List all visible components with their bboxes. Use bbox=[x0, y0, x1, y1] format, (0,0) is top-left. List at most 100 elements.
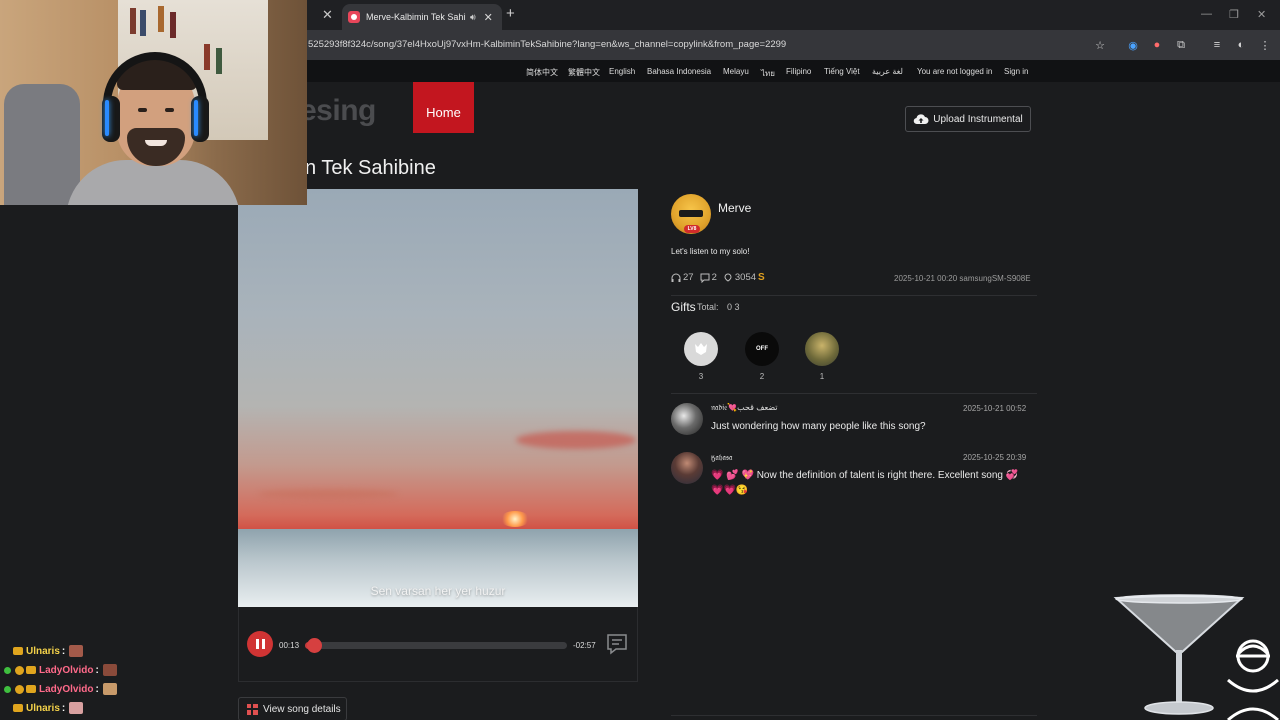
headphone-cup bbox=[191, 96, 209, 142]
listens-count: 27 bbox=[683, 272, 694, 283]
close-icon[interactable]: ✕ bbox=[322, 7, 333, 23]
author-avatar[interactable]: LV8 bbox=[671, 194, 711, 234]
progress-track[interactable] bbox=[305, 638, 567, 653]
comments-stat: 2 bbox=[700, 272, 717, 283]
upload-label: Upload Instrumental bbox=[933, 113, 1023, 125]
photo-gift-icon[interactable] bbox=[805, 332, 839, 366]
status-dot-icon bbox=[4, 666, 11, 674]
lang-link[interactable]: لغة عربية bbox=[872, 67, 903, 76]
commenter-name[interactable]: ӄ𝔞𝔥𝔞𝔰𝔞 bbox=[711, 453, 733, 463]
chat-message: Ulnaris : bbox=[4, 701, 84, 715]
tab-title: Merve-Kalbimin Tek Sahibine bbox=[366, 12, 466, 22]
crown-badge-icon bbox=[26, 685, 36, 693]
audio-playing-icon[interactable]: 🔊︎ bbox=[470, 12, 476, 23]
media-controls-icon[interactable]: ≡ bbox=[1209, 37, 1225, 53]
lang-link[interactable]: 繁體中文 bbox=[568, 67, 600, 78]
comment-date: 2025-10-21 00:52 bbox=[963, 404, 1027, 413]
comment-text: Just wondering how many people like this… bbox=[711, 421, 926, 432]
mascot-figure-icon bbox=[1227, 639, 1279, 720]
site-logo[interactable]: esing bbox=[300, 94, 376, 128]
crown-badge-icon bbox=[13, 704, 23, 712]
lang-link[interactable]: Bahasa Indonesia bbox=[647, 67, 711, 76]
gifts-total: Total: 0 3 bbox=[697, 302, 740, 312]
crown-badge-icon bbox=[26, 666, 36, 674]
commenter-name[interactable]: 𝔫𝔞𝔡𝔦𝔢💘تضعف قحب bbox=[711, 403, 778, 413]
posted-date-device: 2025-10-21 00:20 samsungSM-S908E bbox=[894, 274, 1031, 283]
avatar-sunglasses bbox=[679, 210, 703, 217]
extension-audio-icon[interactable]: ◉ bbox=[1125, 37, 1141, 53]
divider bbox=[671, 295, 1037, 296]
webcam-chair bbox=[4, 84, 80, 205]
profile-avatar-icon[interactable]: ◐ bbox=[1233, 37, 1249, 53]
author-name[interactable]: Merve bbox=[718, 201, 751, 215]
chat-message: LadyOlvido : bbox=[4, 682, 117, 696]
pause-button[interactable] bbox=[247, 631, 273, 657]
video-cloud bbox=[516, 431, 636, 449]
webcam-person-smile bbox=[145, 140, 167, 146]
lyric-subtitle: Sen varsan her yer huzur bbox=[370, 584, 506, 598]
lang-link[interactable]: Tiếng Việt bbox=[824, 67, 860, 76]
lang-link[interactable]: Melayu bbox=[723, 67, 749, 76]
pause-icon bbox=[261, 639, 265, 649]
comment-date: 2025-10-25 20:39 bbox=[963, 453, 1027, 462]
extension-icon[interactable]: ● bbox=[1149, 37, 1165, 53]
chat-message: Ulnaris : bbox=[4, 644, 84, 658]
level-badge: LV8 bbox=[684, 225, 700, 233]
url-field[interactable]: 525293f8f324c/song/37el4HxoUj97vxHm-Kalb… bbox=[308, 39, 786, 50]
song-video[interactable]: Sen varsan her yer huzur bbox=[238, 189, 638, 607]
headphones-icon bbox=[671, 273, 681, 282]
new-tab-icon[interactable]: + bbox=[506, 5, 515, 22]
close-window-icon[interactable]: ✕ bbox=[1257, 8, 1266, 21]
gift-count: 3 bbox=[698, 372, 704, 381]
coin-icon: S bbox=[758, 272, 765, 283]
lang-link[interactable]: 简体中文 bbox=[526, 67, 558, 78]
video-cloud bbox=[258, 489, 398, 499]
gift-count: 1 bbox=[819, 372, 825, 381]
off-gift-icon[interactable]: OFF bbox=[745, 332, 779, 366]
lyrics-toggle-icon[interactable] bbox=[605, 632, 629, 656]
chat-message: LadyOlvido : bbox=[4, 663, 117, 677]
song-stats: 27 2 3054 S bbox=[671, 272, 771, 283]
comment-icon bbox=[700, 273, 710, 283]
progress-knob[interactable] bbox=[307, 638, 323, 653]
lang-link[interactable]: Filipino bbox=[786, 67, 811, 76]
restore-icon[interactable]: ❐ bbox=[1229, 8, 1239, 21]
chat-separator: : bbox=[61, 702, 66, 714]
browser-tab-active[interactable]: Merve-Kalbimin Tek Sahibine 🔊︎ ✕ bbox=[342, 4, 502, 30]
commenter-avatar[interactable] bbox=[671, 403, 703, 435]
site-favicon-icon bbox=[348, 11, 360, 23]
details-grid-icon bbox=[247, 703, 258, 715]
chat-emote-icon bbox=[69, 645, 84, 657]
bits-badge-icon bbox=[15, 665, 24, 675]
chat-username: Ulnaris bbox=[26, 702, 60, 714]
bookmark-star-icon[interactable]: ☆ bbox=[1092, 37, 1108, 53]
chat-separator: : bbox=[95, 664, 99, 676]
minimize-icon[interactable]: — bbox=[1201, 8, 1212, 20]
likes-count: 3054 bbox=[734, 272, 757, 283]
menu-kebab-icon[interactable]: ⋮ bbox=[1257, 37, 1273, 53]
headphone-cup bbox=[102, 96, 120, 142]
gifts-heading: Gifts bbox=[671, 300, 696, 314]
home-nav-button[interactable]: Home bbox=[413, 82, 474, 133]
lang-link[interactable]: ไทย bbox=[761, 67, 775, 80]
login-status: You are not logged in bbox=[917, 67, 993, 76]
status-dot-icon bbox=[4, 685, 11, 693]
chat-separator: : bbox=[61, 645, 66, 657]
commenter-avatar[interactable] bbox=[671, 452, 703, 484]
bits-badge-icon bbox=[15, 684, 24, 694]
sign-in-link[interactable]: Sign in bbox=[1004, 67, 1028, 76]
upload-instrumental-button[interactable]: Upload Instrumental bbox=[905, 106, 1031, 132]
remaining-time: -02:57 bbox=[573, 641, 596, 650]
comment-body: Now the definition of talent is right th… bbox=[756, 470, 1003, 481]
flower-gift-icon[interactable] bbox=[684, 332, 718, 366]
lang-link[interactable]: English bbox=[609, 67, 635, 76]
extensions-puzzle-icon[interactable]: ⧉ bbox=[1173, 37, 1189, 53]
flower-icon bbox=[695, 343, 707, 355]
close-icon[interactable]: ✕ bbox=[484, 11, 493, 24]
cloud-upload-icon bbox=[913, 114, 929, 125]
chat-username: Ulnaris bbox=[26, 645, 60, 657]
song-title: n Tek Sahibine bbox=[305, 157, 436, 179]
view-song-details-button[interactable]: View song details bbox=[238, 697, 347, 720]
pause-icon bbox=[255, 639, 259, 649]
likes-stat: 3054 S bbox=[723, 272, 765, 283]
